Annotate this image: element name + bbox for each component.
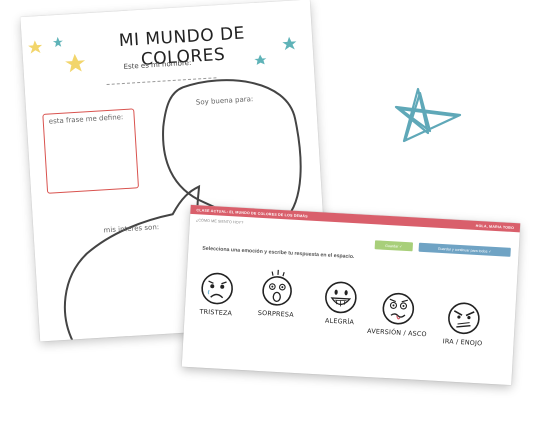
happy-face-icon [325,281,357,314]
emotion-option-surprise[interactable]: SORPRESA [241,266,314,320]
star-icon [28,40,43,54]
star-icon [52,36,63,48]
emotion-app-window: CLASE ACTUAL: EL MUNDO DE COLORES DE LOS… [181,204,521,386]
sad-face-icon [201,272,233,305]
scribble-star-icon [394,87,462,143]
emotion-label: IRA / ENOJO [442,337,483,348]
emotion-option-anger[interactable]: IRA / ENOJO [427,298,499,348]
save-button[interactable]: Guardar ✓ [374,240,414,252]
star-icon [282,36,297,51]
emotion-option-disgust[interactable]: AVERSIÓN / ASCO [362,289,434,339]
angry-face-icon [448,302,480,335]
surprised-face-icon [262,269,292,306]
disgust-face-icon [382,292,415,325]
user-greeting[interactable]: HOLA, MARIA TOBO [476,223,515,229]
app-header-bar: CLASE ACTUAL: EL MUNDO DE COLORES DE LOS… [190,204,521,233]
instruction-text: Selecciona una emoción y escribe tu resp… [202,245,355,261]
emotion-label: AVERSIÓN / ASCO [366,326,427,339]
emotion-label: SORPRESA [257,308,295,319]
save-continue-button[interactable]: Guardar y continuar para todos ✓ [418,242,511,257]
question-label: ¿CÓMO ME SIENTO HOY? [195,218,244,225]
